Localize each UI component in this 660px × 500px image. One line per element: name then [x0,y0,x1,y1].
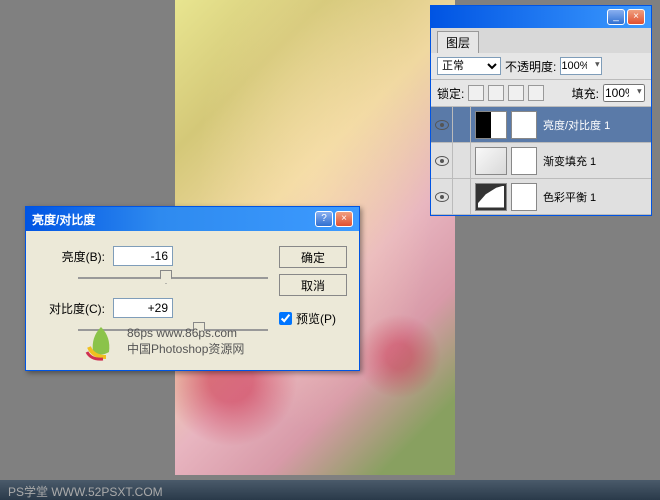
watermark-subtitle: 中国Photoshop资源网 [127,342,244,358]
layer-thumb[interactable] [475,111,507,139]
layer-row[interactable]: 色彩平衡 1 [431,179,651,215]
layer-row[interactable]: 渐变填充 1 [431,143,651,179]
layer-name: 色彩平衡 1 [537,189,651,205]
link-col[interactable] [453,107,471,143]
brightness-slider[interactable] [78,270,268,286]
layer-mask[interactable] [511,111,537,139]
fill-input[interactable] [603,84,645,102]
contrast-input[interactable] [113,298,173,318]
status-bar: PS学堂 WWW.52PSXT.COM [0,480,660,500]
watermark-url: 86ps www.86ps.com [127,326,244,342]
cancel-button[interactable]: 取消 [279,274,347,296]
help-button[interactable]: ? [315,211,333,227]
layer-name: 亮度/对比度 1 [537,117,651,133]
layers-panel: _ × 图层 正常 不透明度: 锁定: 填充: 亮度/对比度 1 [430,5,652,216]
brightness-contrast-dialog: 亮度/对比度 ? × 亮度(B): 对比度(C): 确定 取消 预览(P) [25,206,360,371]
layer-mask[interactable] [511,147,537,175]
preview-checkbox[interactable] [279,312,292,325]
layer-mask[interactable] [511,183,537,211]
brightness-input[interactable] [113,246,173,266]
link-col[interactable] [453,143,471,179]
lock-pixels-icon[interactable] [488,85,504,101]
dialog-title: 亮度/对比度 [32,211,95,228]
layer-list: 亮度/对比度 1 渐变填充 1 色彩平衡 1 [431,107,651,215]
eye-icon[interactable] [435,192,449,202]
layer-thumb[interactable] [475,147,507,175]
layer-name: 渐变填充 1 [537,153,651,169]
lock-position-icon[interactable] [508,85,524,101]
brightness-label: 亮度(B): [38,248,113,265]
link-col[interactable] [453,179,471,215]
close-button[interactable]: × [335,211,353,227]
opacity-input[interactable] [560,57,602,75]
eye-icon[interactable] [435,156,449,166]
layers-panel-title [437,10,440,24]
layer-row[interactable]: 亮度/对比度 1 [431,107,651,143]
lock-label: 锁定: [437,85,464,102]
lock-transparent-icon[interactable] [468,85,484,101]
preview-label: 预览(P) [296,310,336,327]
close-panel-button[interactable]: × [627,9,645,25]
lock-all-icon[interactable] [528,85,544,101]
brightness-thumb[interactable] [160,270,172,284]
fill-label: 填充: [572,85,599,102]
watermark: 86ps www.86ps.com 中国Photoshop资源网 [81,322,244,362]
blend-mode-select[interactable]: 正常 [437,57,501,75]
layer-thumb[interactable] [475,183,507,211]
eye-icon[interactable] [435,120,449,130]
ok-button[interactable]: 确定 [279,246,347,268]
contrast-label: 对比度(C): [38,300,113,317]
layers-panel-titlebar[interactable]: _ × [431,6,651,28]
dialog-titlebar[interactable]: 亮度/对比度 ? × [26,207,359,231]
watermark-logo-icon [81,322,121,362]
minimize-button[interactable]: _ [607,9,625,25]
tab-layers[interactable]: 图层 [437,31,479,53]
panel-tabs: 图层 [431,28,651,53]
opacity-label: 不透明度: [505,58,556,75]
